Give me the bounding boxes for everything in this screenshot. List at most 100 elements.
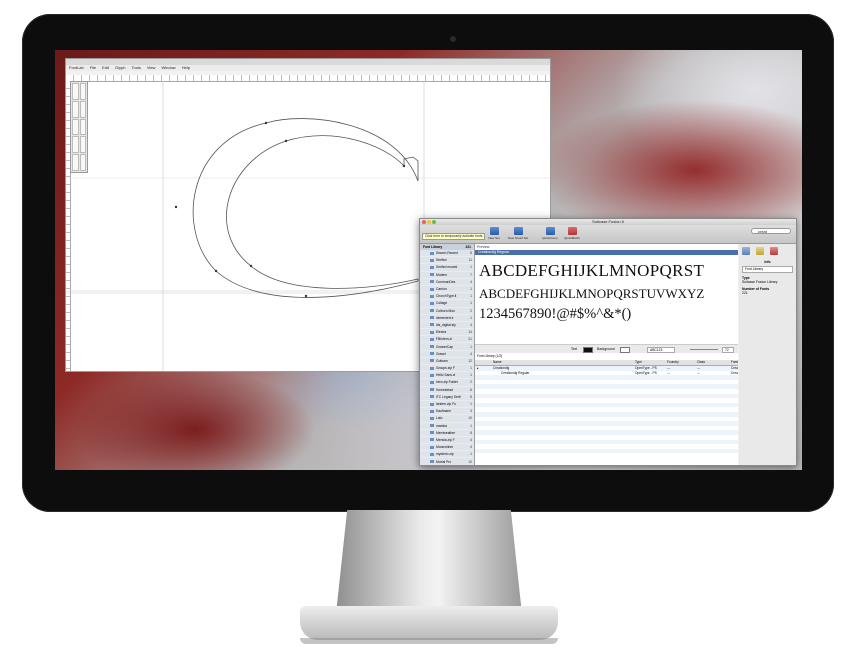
column-family[interactable]: Family [729, 360, 738, 365]
sidebar-item-label: Colburn.Mon [436, 308, 455, 313]
sidebar-item[interactable]: Modern 7 [420, 272, 474, 279]
menu-item[interactable]: File [90, 65, 96, 71]
search-field[interactable]: creat [751, 228, 791, 234]
sidebar-item-count: 1 [470, 402, 472, 407]
sidebar-item[interactable]: ITC Legacy Serif 8 [420, 394, 474, 401]
size-field[interactable]: 72 [722, 347, 734, 353]
column-class[interactable]: Class [695, 360, 729, 365]
sidebar-item[interactable]: Search Recent 8 [420, 250, 474, 258]
sidebar-item-count: 1 [470, 452, 472, 457]
rotate-tool-icon[interactable] [79, 154, 86, 171]
sidebar-item-count: 10 [468, 459, 472, 464]
background-color-swatch[interactable] [620, 347, 630, 353]
sidebar-item[interactable]: FBIntern.zi 21 [420, 336, 474, 344]
details-tab-icon[interactable] [770, 247, 778, 255]
rectangle-tool-icon[interactable] [72, 118, 79, 136]
sidebar-item-count: 4 [470, 445, 472, 450]
preview-line: ABCDEFGHIJKLMNOPQRSTUVWXYZ [479, 286, 705, 301]
sidebar-item[interactable]: Lato 10 [420, 415, 474, 423]
preview-line: ABCDEFGHIJKLMNOPQRST [479, 261, 705, 280]
folder-icon [430, 323, 434, 327]
menu-item[interactable]: Help [182, 65, 190, 71]
menu-item[interactable]: Glyph [115, 65, 125, 71]
minimize-window-icon[interactable] [427, 220, 431, 224]
zoom-tool-icon[interactable] [79, 136, 86, 154]
sidebar-item[interactable]: Colburn.Mon 2 [420, 308, 474, 315]
sidebar-item[interactable]: Serifed 11 [420, 257, 474, 265]
sidebar-item[interactable]: Collage 1 [420, 300, 474, 308]
hand-tool-icon[interactable] [72, 136, 79, 154]
sidebar-item[interactable]: Groups.zip F 1 [420, 365, 474, 373]
sidebar-item[interactable]: Moonshiner 4 [420, 444, 474, 452]
close-window-icon[interactable] [422, 220, 426, 224]
sidebar-item-count: 1 [470, 294, 472, 299]
sidebar-item[interactable]: mysterio.zip 1 [420, 451, 474, 459]
knife-tool-icon[interactable] [79, 100, 86, 118]
sidebar-item[interactable]: Gravel 4 [420, 351, 474, 358]
text-color-swatch[interactable] [583, 347, 593, 353]
sidebar-item[interactable]: Homestead 6 [420, 387, 474, 394]
sidebar-item[interactable]: hero.zip Folder 2 [420, 379, 474, 387]
sidebar-item-label: Kaufmann [436, 409, 452, 414]
sidebar-item[interactable]: Hello Sans.zi 1 [420, 372, 474, 380]
preview-font-name: Creationdlg Regular [475, 250, 738, 255]
size-slider[interactable] [690, 349, 718, 350]
sidebar-item-label: Modern [436, 272, 448, 277]
sidebar-item[interactable]: ChurchType.it 1 [420, 293, 474, 301]
folder-icon [430, 251, 434, 255]
folder-icon [430, 452, 434, 456]
sidebar-item-label: Mensla.zip F [436, 437, 455, 442]
sidebar-item[interactable]: Kaufmann 3 [420, 408, 474, 416]
tooltip: Click here to temporarily activate fonts [422, 233, 486, 240]
activation-tab-icon[interactable] [756, 247, 764, 255]
info-tab-icon[interactable] [742, 247, 750, 255]
measure-tool-icon[interactable] [72, 154, 79, 171]
new-set-button[interactable]: New Set [482, 227, 506, 240]
quickmatch-button[interactable]: QuickMatch [560, 227, 584, 240]
sidebar-item-label: mamba [436, 423, 447, 428]
sidebar-item[interactable]: Merriweather 8 [420, 430, 474, 437]
column-type[interactable]: Type [633, 360, 665, 365]
info-select[interactable]: Font Library [742, 266, 793, 273]
sidebar-item[interactable]: Serifed moved 1 [420, 264, 474, 272]
sidebar-item-count: 1 [470, 301, 472, 306]
sidebar-item[interactable]: Mensla.zip F 4 [420, 437, 474, 445]
menu-item[interactable]: Tools [132, 65, 141, 71]
folder-icon [430, 388, 434, 392]
menu-item[interactable]: Window [161, 65, 175, 71]
pointer-tool-icon[interactable] [72, 83, 79, 100]
sidebar-item-label: Lato [436, 416, 443, 421]
table-row[interactable]: Creationdlg Regular OpenType - PS --- --… [475, 371, 738, 376]
menu-item[interactable]: FontLab [69, 65, 84, 71]
sidebar-item[interactable]: Mortal Pro 10 [420, 458, 474, 465]
column-name[interactable]: Name [491, 360, 633, 365]
sidebar-item[interactable]: lantern.zip Fo 1 [420, 401, 474, 409]
folder-icon [430, 359, 434, 363]
sidebar-item[interactable]: Gotham 12 [420, 358, 474, 365]
quickcomp-button[interactable]: QuickComp [538, 227, 562, 240]
sidebar-item-count: 1 [470, 366, 472, 371]
tool-palette [70, 81, 88, 173]
new-smart-set-button[interactable]: New Smart Set [506, 227, 530, 240]
ellipse-tool-icon[interactable] [79, 118, 86, 136]
sample-text-field[interactable]: ABC123 [647, 347, 676, 353]
sidebar-item[interactable]: GrowerCap 1 [420, 343, 474, 351]
table-title: Font Library (1/2) [477, 354, 503, 358]
sidebar-item[interactable]: Electra 14 [420, 329, 474, 337]
pen-tool-icon[interactable] [72, 100, 79, 118]
menu-item[interactable]: View [147, 65, 156, 71]
sidebar-item-label: Moonshiner [436, 445, 454, 450]
sidebar-item[interactable]: mamba 1 [420, 423, 474, 430]
sidebar-item-label: demented.e [436, 315, 454, 320]
contour-tool-icon[interactable] [79, 83, 86, 100]
sidebar-item-label: Collage [436, 301, 448, 306]
sidebar-item[interactable]: CommonDes 4 [420, 279, 474, 286]
text-color-label: Text [571, 347, 578, 351]
column-foundry[interactable]: Foundry [665, 360, 695, 365]
zoom-window-icon[interactable] [432, 220, 436, 224]
sidebar-item[interactable]: demented.e 1 [420, 315, 474, 322]
sidebar-item[interactable]: Carrion 1 [420, 286, 474, 294]
sidebar-item[interactable]: dis_digital.sty 4 [420, 322, 474, 330]
menu-item[interactable]: Edit [102, 65, 109, 71]
background-color-label: Background [597, 347, 615, 351]
